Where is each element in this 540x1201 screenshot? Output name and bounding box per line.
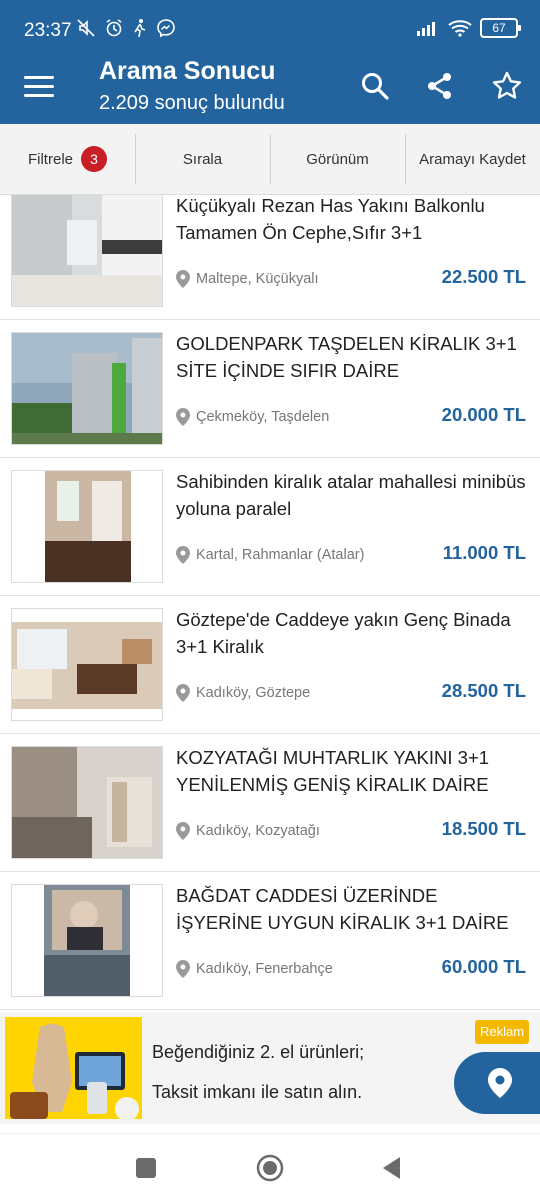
ad-badge: Reklam xyxy=(475,1020,529,1044)
menu-icon-bar xyxy=(24,85,54,88)
location-pin-icon xyxy=(176,546,190,564)
listing-item[interactable]: Sahibinden kiralık atalar mahallesi mini… xyxy=(0,458,540,596)
listing-photo xyxy=(11,470,163,583)
recent-apps-icon[interactable] xyxy=(132,1154,160,1182)
status-system-icons: 67 xyxy=(416,18,521,38)
ad-headline: Beğendiğiniz 2. el ürünleri; xyxy=(152,1042,365,1062)
listing-location-text: Kadıköy, Kozyatağı xyxy=(196,823,320,839)
listing-location: Çekmeköy, Taşdelen xyxy=(176,408,329,426)
listing-list[interactable]: Küçükyalı Rezan Has Yakını Balkonlu Tama… xyxy=(0,195,540,1011)
filter-toolbar: Filtrele 3 Sırala Görünüm Aramayı Kaydet xyxy=(0,124,540,195)
map-view-button[interactable] xyxy=(454,1052,540,1114)
listing-location-text: Çekmeköy, Taşdelen xyxy=(196,409,330,425)
alarm-icon xyxy=(106,19,122,37)
listing-location: Kadıköy, Kozyatağı xyxy=(176,822,320,840)
listing-item[interactable]: GOLDENPARK TAŞDELEN KİRALIK 3+1 SİTE İÇİ… xyxy=(0,320,540,458)
messenger-icon xyxy=(157,19,175,38)
share-icon[interactable] xyxy=(424,70,456,102)
location-pin-icon xyxy=(488,1068,512,1098)
location-pin-icon xyxy=(176,960,190,978)
ad-image xyxy=(5,1017,142,1119)
location-pin-icon xyxy=(176,822,190,840)
listing-item[interactable]: BAĞDAT CADDESİ ÜZERİNDE İŞYERİNE UYGUN K… xyxy=(0,872,540,1010)
battery-indicator: 67 xyxy=(480,18,521,38)
result-count: 2.209 sonuç bulundu xyxy=(99,92,285,114)
app-header: 23:37 67 Arama Sonucu 2.209 sonuç bulund… xyxy=(0,0,540,124)
home-icon[interactable] xyxy=(256,1154,284,1182)
location-pin-icon xyxy=(176,684,190,702)
search-icon[interactable] xyxy=(359,70,391,102)
wifi-icon xyxy=(448,20,472,37)
menu-icon-bar xyxy=(24,94,54,97)
listing-photo xyxy=(11,608,163,721)
view-label: Görünüm xyxy=(306,150,369,168)
listing-title: KOZYATAĞI MUHTARLIK YAKINI 3+1 YENİLENMİ… xyxy=(176,747,490,795)
listing-title: Küçükyalı Rezan Has Yakını Balkonlu Tama… xyxy=(176,195,485,243)
ad-subline: Taksit imkanı ile satın alın. xyxy=(152,1082,363,1102)
mute-icon xyxy=(77,19,95,37)
listing-location-text: Maltepe, Küçükyalı xyxy=(196,271,319,287)
location-pin-icon xyxy=(176,408,190,426)
listing-location-text: Kartal, Rahmanlar (Atalar) xyxy=(196,547,365,563)
listing-photo xyxy=(11,746,163,859)
filter-count-badge: 3 xyxy=(81,146,107,172)
status-bar: 23:37 67 xyxy=(0,0,540,56)
listing-title: BAĞDAT CADDESİ ÜZERİNDE İŞYERİNE UYGUN K… xyxy=(176,885,509,933)
sort-button[interactable]: Sırala xyxy=(135,124,270,194)
walking-icon xyxy=(134,19,146,38)
filter-button[interactable]: Filtrele 3 xyxy=(0,124,135,194)
star-icon[interactable] xyxy=(491,70,523,102)
listing-price: 11.000 TL xyxy=(442,542,526,563)
listing-item[interactable]: KOZYATAĞI MUHTARLIK YAKINI 3+1 YENİLENMİ… xyxy=(0,734,540,872)
save-search-label: Aramayı Kaydet xyxy=(419,150,526,168)
listing-price: 20.000 TL xyxy=(441,404,526,425)
listing-title: GOLDENPARK TAŞDELEN KİRALIK 3+1 SİTE İÇİ… xyxy=(176,333,517,381)
listing-location: Kadıköy, Fenerbahçe xyxy=(176,960,333,978)
listing-location: Maltepe, Küçükyalı xyxy=(176,270,319,288)
sort-label: Sırala xyxy=(182,150,223,168)
menu-button[interactable] xyxy=(24,72,54,102)
listing-title: Sahibinden kiralık atalar mahallesi mini… xyxy=(176,471,526,519)
listing-item[interactable]: Göztepe'de Caddeye yakın Genç Binada 3+1… xyxy=(0,596,540,734)
listing-item[interactable]: Küçükyalı Rezan Has Yakını Balkonlu Tama… xyxy=(0,195,540,320)
status-time: 23:37 xyxy=(24,20,72,41)
filter-label: Filtrele xyxy=(27,150,73,168)
menu-icon-bar xyxy=(24,76,54,79)
status-notification-icons xyxy=(76,18,176,38)
listing-location-text: Kadıköy, Göztepe xyxy=(196,685,311,701)
view-button[interactable]: Görünüm xyxy=(270,124,405,194)
listing-photo xyxy=(11,332,163,445)
page-title: Arama Sonucu xyxy=(99,57,276,85)
listing-location: Kadıköy, Göztepe xyxy=(176,684,310,702)
listing-price: 22.500 TL xyxy=(441,266,526,287)
listing-location: Kartal, Rahmanlar (Atalar) xyxy=(176,546,364,564)
system-navigation-bar xyxy=(0,1133,540,1201)
listing-title: Göztepe'de Caddeye yakın Genç Binada 3+1… xyxy=(176,609,511,657)
listing-photo xyxy=(11,884,163,997)
listing-photo xyxy=(11,195,163,307)
listing-price: 60.000 TL xyxy=(441,956,526,977)
listing-price: 18.500 TL xyxy=(441,818,526,839)
listing-location-text: Kadıköy, Fenerbahçe xyxy=(196,961,333,977)
save-search-button[interactable]: Aramayı Kaydet xyxy=(405,124,540,194)
signal-icon xyxy=(417,22,435,36)
location-pin-icon xyxy=(176,270,190,288)
back-icon[interactable] xyxy=(378,1154,406,1182)
listing-price: 28.500 TL xyxy=(441,680,526,701)
